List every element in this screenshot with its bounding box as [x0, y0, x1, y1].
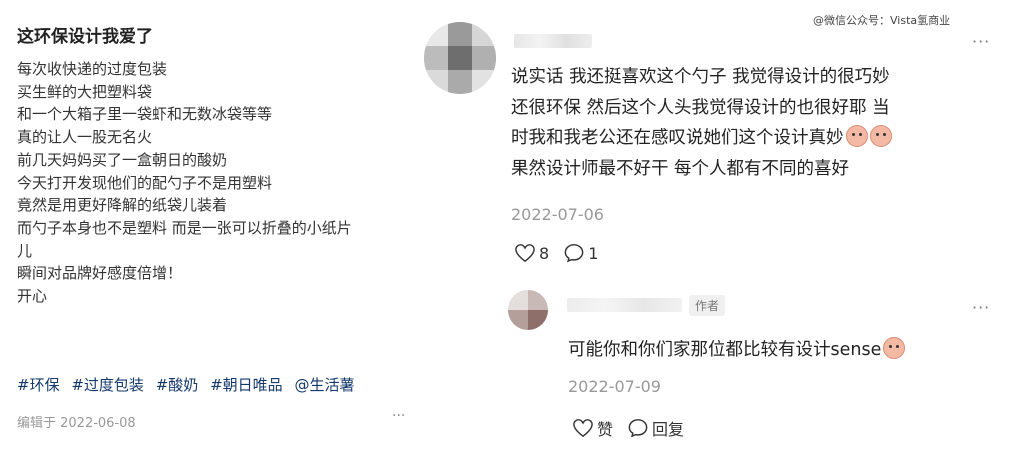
post-line: 和一个大箱子里一袋虾和无数冰袋等等 [17, 105, 273, 124]
like-button[interactable]: 8 [514, 243, 549, 263]
post-title: 这环保设计我爱了 [17, 27, 153, 47]
comment-bubble-icon [564, 244, 584, 263]
watermark: @微信公众号：Vista氢商业 [813, 14, 951, 27]
like-count: 8 [539, 243, 550, 263]
post-panel: 这环保设计我爱了 每次收快递的过度包装 买生鲜的大把塑料袋 和一个大箱子里一袋虾… [0, 0, 410, 460]
crying-face-emoji [869, 125, 892, 147]
reply-text: 可能你和你们家那位都比较有设计sense [568, 336, 906, 361]
crying-face-emoji [845, 125, 868, 147]
post-edited-date: 编辑于 2022-06-08 [17, 416, 136, 431]
post-body: 每次收快递的过度包装 买生鲜的大把塑料袋 和一个大箱子里一袋虾和无数冰袋等等 真… [17, 58, 412, 308]
post-line: 而勺子本身也不是塑料 而是一张可以折叠的小纸片 [17, 218, 352, 237]
comment-date: 2022-07-06 [511, 205, 604, 224]
author-name-blurred[interactable] [567, 298, 682, 312]
reply-count: 1 [588, 243, 599, 263]
tag-link[interactable]: #环保 [17, 376, 60, 394]
reply-reply-label: 回复 [652, 420, 685, 439]
tag-link[interactable]: #酸奶 [156, 376, 199, 394]
post-line: 瞬间对品牌好感度倍增！ [17, 264, 183, 283]
reply-like-label: 赞 [597, 420, 614, 439]
comment-line: 还很环保 然后这个人头我觉得设计的也很好耶 当 [511, 97, 890, 118]
comment-actions: 8 1 [514, 243, 612, 263]
reply-like-button[interactable]: 赞 [572, 416, 613, 440]
commenter-avatar[interactable] [424, 22, 496, 94]
comment-line: 说实话 我还挺喜欢这个勺子 我觉得设计的很巧妙 [511, 67, 890, 87]
post-line: 真的让人一股无名火 [17, 128, 153, 147]
reply-more-button[interactable]: ··· [972, 298, 990, 317]
reply-date: 2022-07-09 [568, 377, 661, 396]
post-more-button[interactable]: ··· [392, 408, 405, 424]
commenter-name-blurred[interactable] [514, 34, 592, 48]
comment-text: 说实话 我还挺喜欢这个勺子 我觉得设计的很巧妙 还很环保 然后这个人头我觉得设计… [511, 62, 1011, 184]
comment-line: 果然设计师最不好干 每个人都有不同的喜好 [511, 158, 850, 179]
comment-line: 时我和我老公还在感叹说她们这个设计真妙 [511, 128, 844, 148]
post-line: 买生鲜的大把塑料袋 [17, 82, 153, 101]
post-line: 儿 [17, 241, 33, 260]
post-line: 竟然是用更好降解的纸袋儿装着 [17, 196, 228, 215]
post-line: 每次收快递的过度包装 [17, 60, 168, 78]
reply-actions: 赞 回复 [572, 416, 698, 440]
author-badge: 作者 [689, 295, 726, 316]
reply-button[interactable]: 1 [563, 243, 598, 263]
post-line: 开心 [17, 287, 48, 306]
smiling-face-emoji [883, 337, 906, 359]
reply-text-content: 可能你和你们家那位都比较有设计sense [568, 340, 882, 360]
post-line: 今天打开发现他们的配勺子不是用塑料 [17, 173, 273, 192]
comment-bubble-icon [628, 419, 648, 438]
comment-more-button[interactable]: ··· [972, 32, 990, 51]
mention-link[interactable]: @生活薯 [294, 376, 354, 394]
tag-link[interactable]: #过度包装 [71, 376, 144, 394]
heart-icon [573, 419, 593, 438]
reply-reply-button[interactable]: 回复 [627, 416, 684, 440]
author-avatar[interactable] [508, 290, 548, 330]
post-line: 前几天妈妈买了一盒朝日的酸奶 [17, 150, 228, 169]
tag-link[interactable]: #朝日唯品 [210, 376, 283, 394]
post-tags: #环保 #过度包装 #酸奶 #朝日唯品 @生活薯 [17, 374, 361, 395]
heart-icon [515, 244, 535, 263]
